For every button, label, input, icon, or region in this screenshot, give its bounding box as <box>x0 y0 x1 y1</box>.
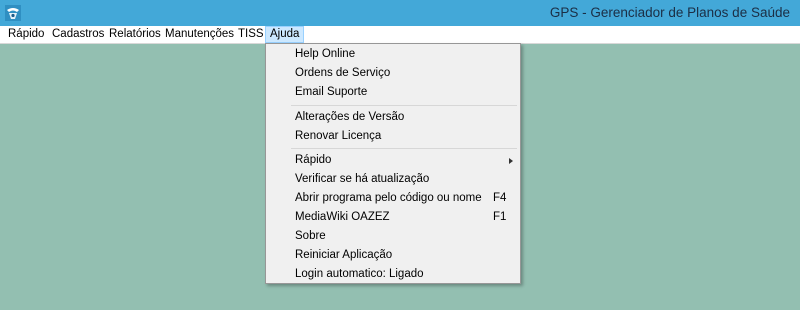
menu-item-label: Abrir programa pelo código ou nome <box>295 192 482 204</box>
menu-item-alteracoes-de-versao[interactable]: Alterações de Versão <box>268 108 518 127</box>
menu-item-label: Help Online <box>295 48 356 60</box>
menu-item-verificar-atualizacao[interactable]: Verificar se há atualização <box>268 170 518 189</box>
menu-cadastros[interactable]: Cadastros <box>48 26 108 43</box>
menu-item-label: Alterações de Versão <box>295 111 405 123</box>
menu-item-label: Verificar se há atualização <box>295 173 430 185</box>
ajuda-dropdown-menu: Help Online Ordens de Serviço Email Supo… <box>265 43 521 284</box>
menu-item-mediawiki[interactable]: MediaWiki OAZEZ F1 <box>268 208 518 227</box>
menu-separator <box>291 105 517 106</box>
menu-separator <box>291 148 517 149</box>
menu-item-label: Reiniciar Aplicação <box>295 249 393 261</box>
menu-item-label: Rápido <box>295 154 332 166</box>
menu-item-label: MediaWiki OAZEZ <box>295 211 390 223</box>
menu-item-label: Sobre <box>295 230 326 242</box>
menu-item-help-online[interactable]: Help Online <box>268 45 518 64</box>
menu-item-shortcut: F4 <box>493 192 507 204</box>
menu-item-reiniciar-aplicacao[interactable]: Reiniciar Aplicação <box>268 246 518 265</box>
menu-item-login-automatico[interactable]: Login automatico: Ligado <box>268 265 518 284</box>
menu-item-sobre[interactable]: Sobre <box>268 227 518 246</box>
menu-item-email-suporte[interactable]: Email Suporte <box>268 83 518 102</box>
menu-item-label: Renovar Licença <box>295 130 382 142</box>
menu-relatorios[interactable]: Relatórios <box>105 26 165 43</box>
title-bar: GPS - Gerenciador de Planos de Saúde <box>0 0 800 26</box>
app-logo-icon[interactable] <box>5 5 21 21</box>
menu-ajuda[interactable]: Ajuda <box>265 26 305 43</box>
menu-item-label: Ordens de Serviço <box>295 67 391 79</box>
menu-manutencoes[interactable]: Manutenções <box>161 26 238 43</box>
menu-rapido[interactable]: Rápido <box>4 26 48 43</box>
window-title: GPS - Gerenciador de Planos de Saúde <box>549 5 790 20</box>
submenu-arrow-icon <box>509 158 513 164</box>
menu-item-shortcut: F1 <box>493 211 507 223</box>
menu-tiss[interactable]: TISS <box>234 26 268 43</box>
menu-item-label: Login automatico: Ligado <box>295 268 424 280</box>
menu-item-label: Email Suporte <box>295 86 368 98</box>
menu-item-abrir-programa[interactable]: Abrir programa pelo código ou nome F4 <box>268 189 518 208</box>
menu-item-ordens-de-servico[interactable]: Ordens de Serviço <box>268 64 518 83</box>
menu-item-renovar-licenca[interactable]: Renovar Licença <box>268 127 518 146</box>
menu-bar: Rápido Cadastros Relatórios Manutenções … <box>0 26 800 44</box>
menu-item-rapido-submenu[interactable]: Rápido <box>268 151 518 170</box>
